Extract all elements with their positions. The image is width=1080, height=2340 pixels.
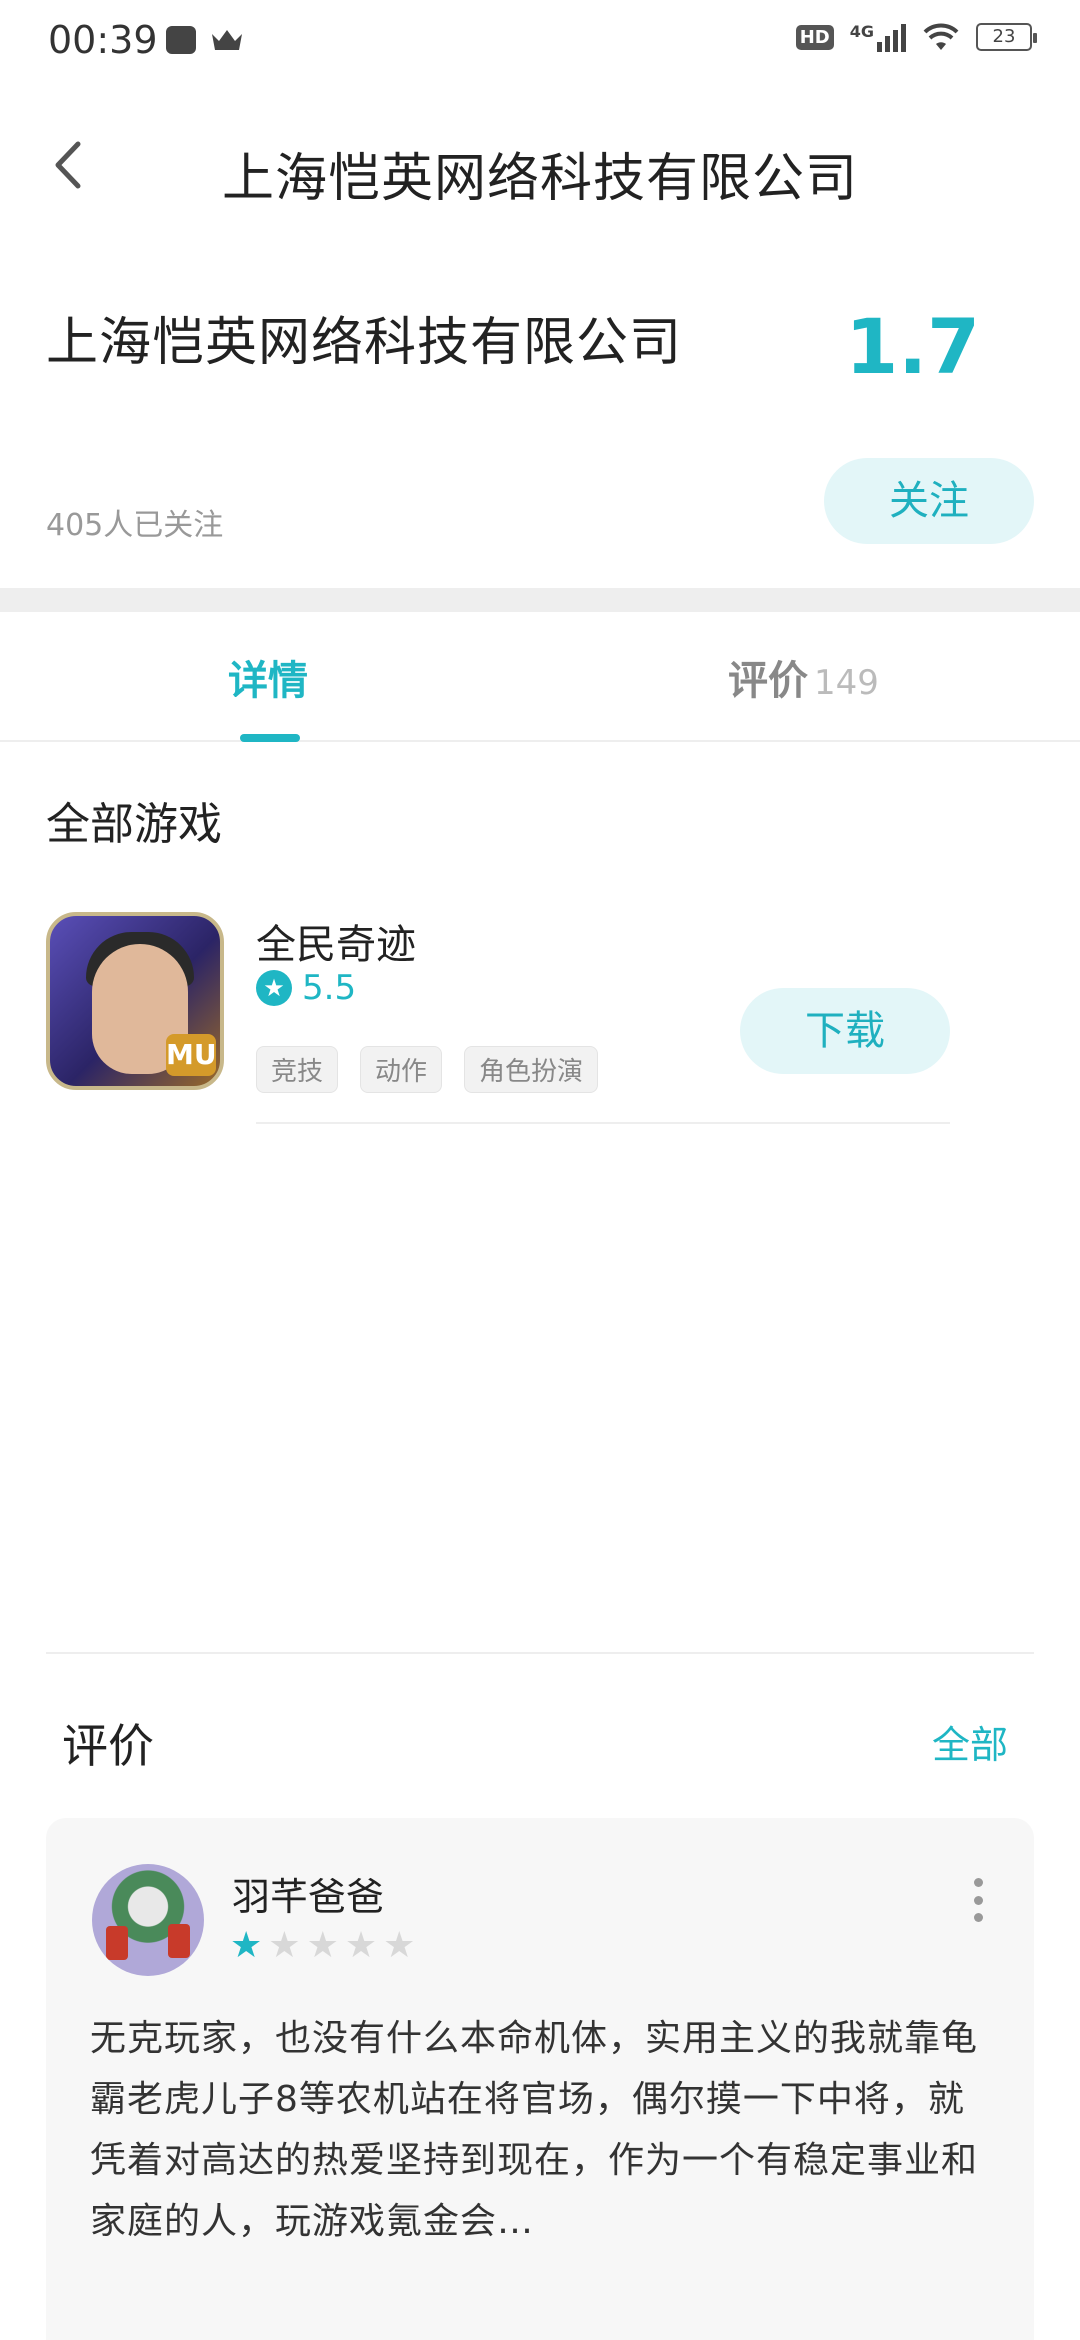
game-icon: MU xyxy=(46,912,224,1090)
game-name: 全民奇迹 xyxy=(256,922,416,968)
gallery-notification-icon xyxy=(166,26,196,54)
review-count: 149 xyxy=(814,663,879,703)
review-text: 无克玩家，也没有什么本命机体，实用主义的我就靠龟霸老虎儿子8等农机站在将官场，偶… xyxy=(90,2018,979,2242)
review-card[interactable]: 羽芊爸爸 ★ ★ ★ ★ ★ 无克玩家，也没有什么本命机体，实用主义的我就靠龟霸… xyxy=(46,1818,1034,2340)
star-empty-icon: ★ xyxy=(268,1925,301,1966)
notification-icons xyxy=(166,26,244,54)
all-reviews-link[interactable]: 全部 xyxy=(932,1714,1008,1769)
game-rating: ★ 5.5 xyxy=(256,968,356,1008)
signal-icon: 4G xyxy=(850,22,906,52)
game-tag: 动作 xyxy=(360,1046,443,1093)
star-empty-icon: ★ xyxy=(344,1925,378,1966)
item-divider xyxy=(256,1122,950,1124)
page-title: 上海恺英网络科技有限公司 xyxy=(221,149,858,209)
section-divider xyxy=(46,1652,1034,1654)
section-divider xyxy=(0,588,1080,612)
hd-icon: HD xyxy=(795,24,834,50)
follower-count: 405人已关注 xyxy=(46,508,224,543)
tab-detail[interactable]: 详情 xyxy=(228,648,308,706)
game-item[interactable]: MU 全民奇迹 ★ 5.5 竞技 动作 角色扮演 下载 xyxy=(46,912,990,1124)
status-bar: 00:39 HD 4G 23 xyxy=(0,0,1080,84)
system-icons: HD 4G 23 xyxy=(795,22,1037,52)
company-rating: 1.7 xyxy=(845,302,980,391)
game-tags: 竞技 动作 角色扮演 xyxy=(256,1046,599,1093)
reviews-section-title: 评价 xyxy=(62,1719,154,1773)
game-tag: 角色扮演 xyxy=(464,1046,599,1093)
star-filled-icon: ★ xyxy=(230,1925,263,1966)
wifi-icon xyxy=(923,23,959,50)
status-time: 00:39 xyxy=(48,18,158,62)
nav-bar: 上海恺英网络科技有限公司 xyxy=(0,110,1080,220)
company-name: 上海恺英网络科技有限公司 xyxy=(46,313,683,373)
more-options-icon[interactable] xyxy=(972,1878,984,1922)
avatar[interactable] xyxy=(92,1864,204,1976)
crown-icon xyxy=(212,30,242,50)
tab-review[interactable]: 评价 149 xyxy=(728,648,879,706)
review-username[interactable]: 羽芊爸爸 xyxy=(232,1866,384,1921)
battery-icon: 23 xyxy=(976,23,1037,51)
review-stars: ★ ★ ★ ★ ★ xyxy=(230,1926,415,1966)
tab-review-label: 评价 xyxy=(728,658,808,704)
game-score: 5.5 xyxy=(302,968,357,1008)
games-section-title: 全部游戏 xyxy=(46,799,222,850)
download-button[interactable]: 下载 xyxy=(740,988,950,1074)
game-tag: 竞技 xyxy=(256,1046,339,1093)
active-tab-indicator xyxy=(240,734,300,742)
star-empty-icon: ★ xyxy=(306,1925,339,1966)
star-icon: ★ xyxy=(256,970,292,1006)
star-empty-icon: ★ xyxy=(383,1925,416,1966)
follow-button[interactable]: 关注 xyxy=(824,458,1034,544)
tab-bar: 详情 评价 149 xyxy=(0,612,1080,742)
